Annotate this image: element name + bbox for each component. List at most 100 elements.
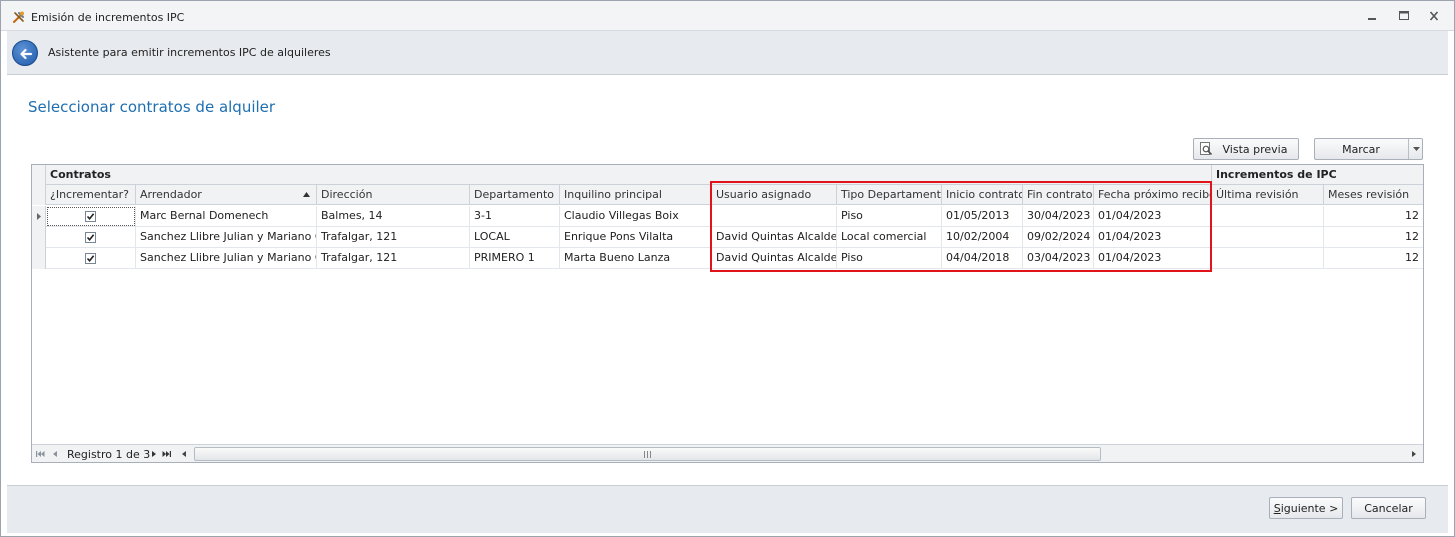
first-record-icon[interactable] [35,449,45,459]
back-arrow-icon [20,48,33,60]
incrementar-checkbox[interactable] [85,211,96,222]
current-row-icon [37,213,41,220]
row-indicator[interactable] [32,227,46,248]
wizard-footer [7,485,1448,533]
col-header-tipo[interactable]: Tipo Departamento [837,185,942,205]
back-button[interactable] [12,40,38,66]
col-header-meses[interactable]: Meses revisión [1324,185,1423,205]
incrementar-checkbox[interactable] [85,232,96,243]
table-row[interactable]: Sanchez Llibre Julian y Mariano C.B. Tra… [32,248,1423,269]
cell-proximo[interactable]: 01/04/2023 [1094,227,1212,248]
col-header-ultima[interactable]: Última revisión [1212,185,1324,205]
magnifier-page-icon [1200,142,1213,156]
cell-departamento[interactable]: 3-1 [470,206,560,227]
col-header-proximo[interactable]: Fecha próximo recibo [1094,185,1212,205]
row-indicator[interactable] [32,206,46,227]
cell-inicio[interactable]: 04/04/2018 [942,248,1023,269]
cell-proximo[interactable]: 01/04/2023 [1094,206,1212,227]
cell-ultima[interactable] [1212,227,1324,248]
close-icon[interactable] [1427,10,1441,22]
wizard-header-text: Asistente para emitir incrementos IPC de… [48,46,331,59]
last-record-icon[interactable] [162,449,172,459]
check-icon [86,255,95,263]
next-button[interactable]: Siguiente > [1269,497,1343,519]
grid-navigator: Registro 1 de 3 [32,444,1423,462]
band-incrementos[interactable]: Incrementos de IPC [1212,165,1423,185]
cell-usuario[interactable]: David Quintas Alcalde [712,248,837,269]
cell-arrendador[interactable]: Sanchez Llibre Julian y Mariano C.B. [136,248,317,269]
incrementar-checkbox-cell[interactable] [46,206,136,227]
dialog-window: Emisión de incrementos IPC Asistente par… [0,0,1455,537]
check-icon [86,213,95,221]
page-title: Seleccionar contratos de alquiler [28,98,276,116]
col-header-direccion[interactable]: Dirección [317,185,470,205]
cell-direccion[interactable]: Trafalgar, 121 [317,227,470,248]
cell-arrendador[interactable]: Marc Bernal Domenech [136,206,317,227]
cancel-button[interactable]: Cancelar [1351,497,1426,519]
next-record-icon[interactable] [149,449,159,459]
mark-button-divider [1408,139,1409,159]
col-header-departamento[interactable]: Departamento [470,185,560,205]
cell-fin[interactable]: 30/04/2023 [1023,206,1094,227]
cell-tipo[interactable]: Piso [837,248,942,269]
cell-direccion[interactable]: Trafalgar, 121 [317,248,470,269]
col-header-arrendador-label: Arrendador [140,188,202,201]
table-row[interactable]: Sanchez Llibre Julian y Mariano C.B. Tra… [32,227,1423,248]
cell-direccion[interactable]: Balmes, 14 [317,206,470,227]
previous-record-icon[interactable] [50,449,60,459]
horizontal-scrollbar[interactable] [191,447,1421,461]
tools-icon [13,11,24,23]
row-indicator[interactable] [32,248,46,269]
cell-fin[interactable]: 03/04/2023 [1023,248,1094,269]
contracts-grid[interactable]: Contratos Incrementos de IPC ¿Incrementa… [31,164,1424,463]
next-button-label: Siguiente > [1273,501,1339,515]
scrollbar-thumb[interactable] [194,447,1101,461]
cell-usuario[interactable] [712,206,837,227]
title-bar: Emisión de incrementos IPC [1,1,1454,31]
band-contratos[interactable]: Contratos [46,165,1212,185]
incrementar-checkbox-cell[interactable] [46,227,136,248]
column-header-row: ¿Incrementar? Arrendador Dirección Depar… [32,185,1423,205]
col-header-usuario[interactable]: Usuario asignado [712,185,837,205]
cell-inicio[interactable]: 01/05/2013 [942,206,1023,227]
grip-icon [644,451,651,458]
cell-inquilino[interactable]: Marta Bueno Lanza [560,248,712,269]
scroll-left-icon[interactable] [179,449,189,459]
cell-tipo[interactable]: Piso [837,206,942,227]
sort-ascending-icon [303,192,310,197]
cell-inquilino[interactable]: Enrique Pons Vilalta [560,227,712,248]
cell-inquilino[interactable]: Claudio Villegas Boix [560,206,712,227]
preview-button[interactable]: Vista previa [1193,138,1299,160]
col-header-arrendador[interactable]: Arrendador [136,185,317,205]
header-indicator-cell [32,185,46,205]
mark-button[interactable]: Marcar [1314,138,1423,160]
check-icon [86,234,95,242]
cell-departamento[interactable]: PRIMERO 1 [470,248,560,269]
table-row[interactable]: Marc Bernal Domenech Balmes, 14 3-1 Clau… [32,206,1423,227]
col-header-inicio[interactable]: Inicio contrato [942,185,1023,205]
band-header-row: Contratos Incrementos de IPC [32,165,1423,185]
cell-meses[interactable]: 12 [1324,206,1423,227]
window-title: Emisión de incrementos IPC [31,11,185,24]
chevron-down-icon[interactable] [1413,147,1420,152]
cell-inicio[interactable]: 10/02/2004 [942,227,1023,248]
incrementar-checkbox-cell[interactable] [46,248,136,269]
cell-tipo[interactable]: Local comercial [837,227,942,248]
cell-arrendador[interactable]: Sanchez Llibre Julian y Mariano C.B. [136,227,317,248]
col-header-incrementar[interactable]: ¿Incrementar? [46,185,136,205]
cell-departamento[interactable]: LOCAL [470,227,560,248]
col-header-inquilino[interactable]: Inquilino principal [560,185,712,205]
cell-fin[interactable]: 09/02/2024 [1023,227,1094,248]
incrementar-checkbox[interactable] [85,253,96,264]
cell-proximo[interactable]: 01/04/2023 [1094,248,1212,269]
wizard-header: Asistente para emitir incrementos IPC de… [7,31,1448,75]
cell-usuario[interactable]: David Quintas Alcalde [712,227,837,248]
cell-ultima[interactable] [1212,206,1324,227]
cell-meses[interactable]: 12 [1324,227,1423,248]
minimize-icon[interactable] [1365,10,1379,22]
col-header-fin[interactable]: Fin contrato [1023,185,1094,205]
cell-ultima[interactable] [1212,248,1324,269]
scroll-right-icon[interactable] [1409,449,1419,459]
maximize-icon[interactable] [1397,10,1411,22]
cell-meses[interactable]: 12 [1324,248,1423,269]
